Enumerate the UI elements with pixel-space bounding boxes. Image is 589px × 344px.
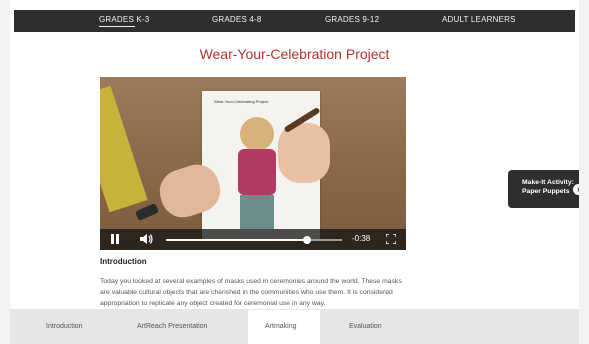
- video-figure-head: [240, 117, 274, 151]
- tab-artmaking[interactable]: Artmaking: [265, 323, 297, 330]
- video-figure-legs: [240, 195, 274, 229]
- section-body-text: Today you looked at several examples of …: [100, 278, 402, 307]
- fullscreen-icon[interactable]: [385, 233, 397, 245]
- video-controls: -0:38: [100, 229, 406, 250]
- make-it-activity-card[interactable]: Make-It Activity: Paper Puppets ›: [508, 170, 588, 208]
- video-progress-fill: [166, 239, 307, 241]
- side-card-line2: Paper Puppets: [522, 188, 570, 195]
- section-heading: Introduction: [100, 257, 147, 266]
- pause-icon[interactable]: [111, 234, 119, 244]
- tab-introduction[interactable]: Introduction: [46, 323, 83, 330]
- video-paper-title: Wear-Your-Celebrating Project: [214, 99, 269, 104]
- chevron-right-icon[interactable]: ›: [573, 184, 584, 195]
- page-title: Wear-Your-Celebration Project: [199, 46, 390, 62]
- tab-adult-learners[interactable]: ADULT LEARNERS: [442, 15, 516, 24]
- tab-artreach-presentation[interactable]: ArtReach Presentation: [137, 323, 207, 330]
- tab-evaluation[interactable]: Evaluation: [349, 323, 382, 330]
- video-progress-handle[interactable]: [302, 236, 311, 244]
- tab-grades-9-12[interactable]: GRADES 9-12: [325, 15, 379, 24]
- tab-grades-4-8[interactable]: GRADES 4-8: [212, 15, 262, 24]
- video-progress-bar[interactable]: [166, 236, 342, 244]
- side-card-line1: Make-It Activity:: [522, 179, 574, 186]
- tab-grades-k-3[interactable]: GRADES K-3: [99, 15, 149, 27]
- video-player[interactable]: Wear-Your-Celebrating Project -0:38: [100, 77, 406, 250]
- side-card-label: Make-It Activity: Paper Puppets: [522, 178, 574, 196]
- video-time-remaining: -0:38: [352, 234, 371, 243]
- top-navigation: GRADES K-3 GRADES 4-8 GRADES 9-12 ADULT …: [14, 10, 575, 32]
- volume-icon[interactable]: [140, 233, 154, 245]
- video-figure-body: [238, 149, 276, 195]
